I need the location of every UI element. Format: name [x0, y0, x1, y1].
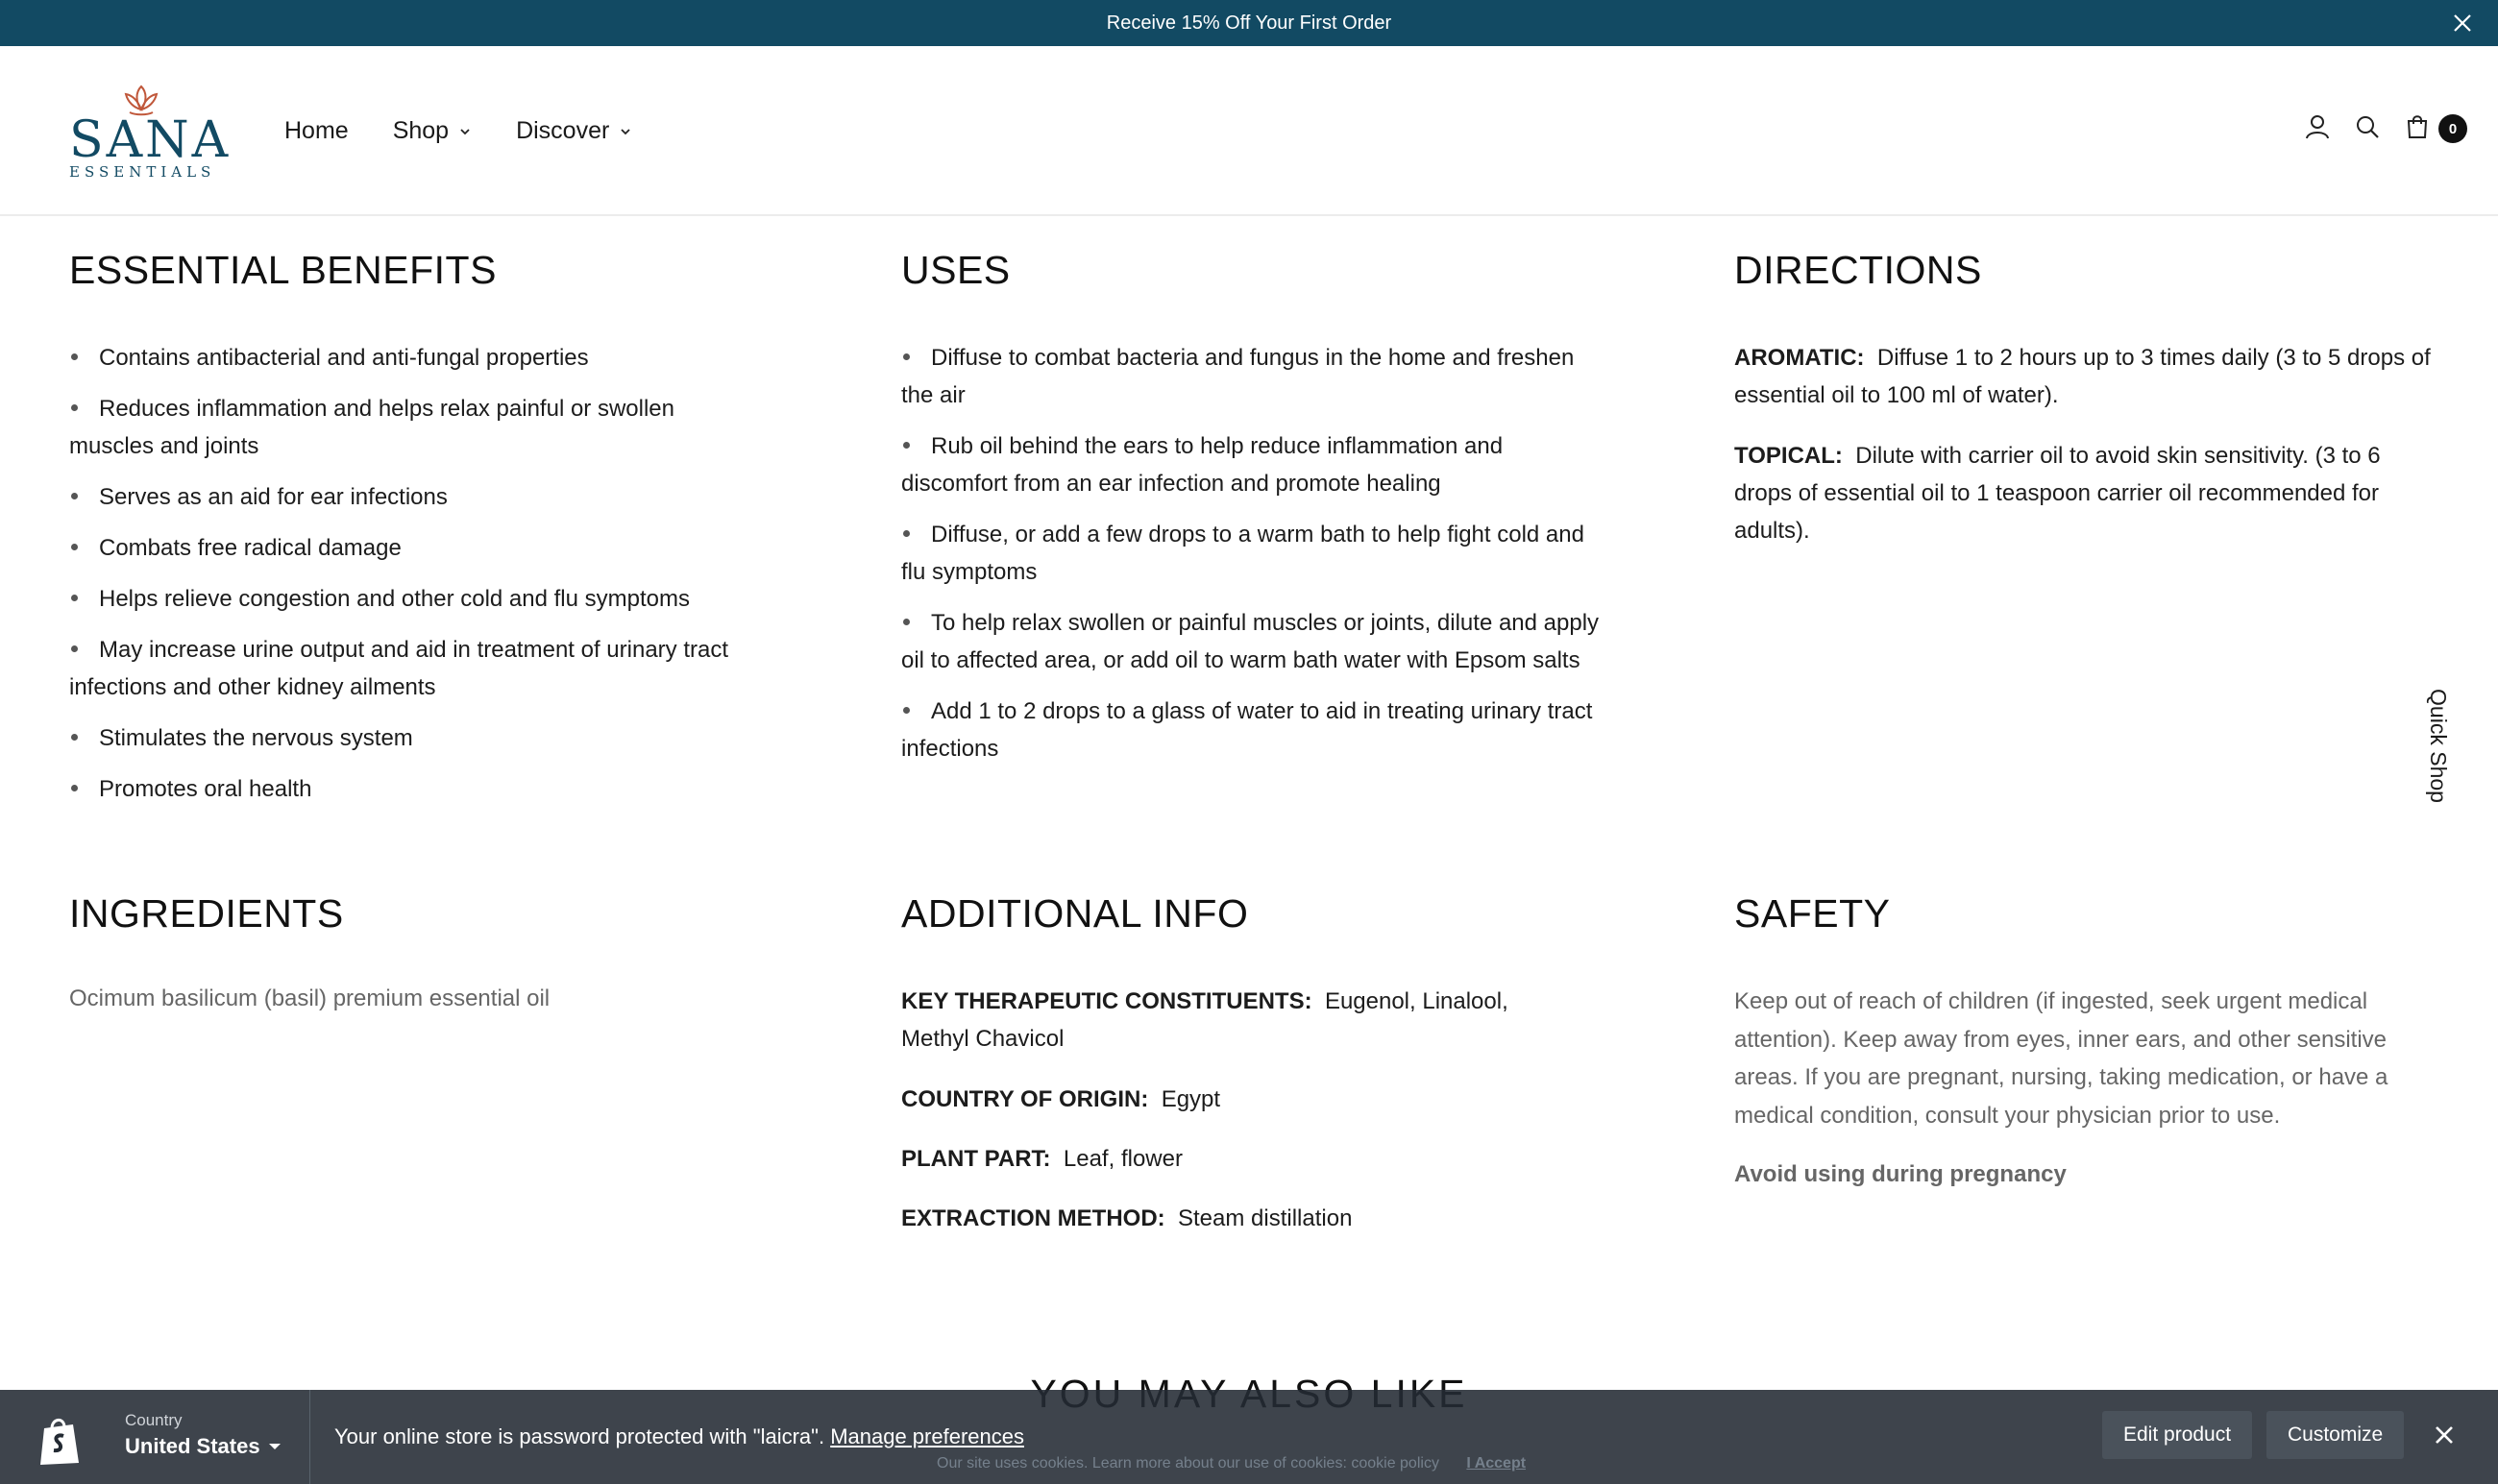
uses-title: USES	[901, 248, 1011, 292]
uses-list: Diffuse to combat bacteria and fungus in…	[901, 339, 1603, 781]
origin-label: COUNTRY OF ORIGIN:	[901, 1086, 1149, 1112]
extraction-label: EXTRACTION METHOD:	[901, 1205, 1165, 1231]
list-item: Add 1 to 2 drops to a glass of water to …	[901, 698, 1593, 762]
logo-subtitle: ESSENTIALS	[69, 163, 216, 181]
list-item: May increase urine output and aid in tre…	[69, 637, 729, 700]
topical-label: TOPICAL:	[1734, 443, 1843, 469]
logo-brand: SANA	[69, 111, 232, 169]
origin-value: Egypt	[1161, 1086, 1221, 1112]
list-item: Serves as an aid for ear infections	[69, 478, 751, 516]
close-icon[interactable]	[2448, 9, 2477, 37]
origin-line: COUNTRY OF ORIGIN: Egypt	[901, 1081, 1574, 1118]
password-message: Your online store is password protected …	[334, 1424, 1024, 1449]
divider	[309, 1390, 310, 1484]
list-item: To help relax swollen or painful muscles…	[901, 610, 1600, 673]
directions-topical: TOPICAL: Dilute with carrier oil to avoi…	[1734, 437, 2436, 549]
quick-shop-label: Quick Shop	[2425, 688, 2451, 803]
nav-home[interactable]: Home	[284, 117, 349, 145]
edit-product-button[interactable]: Edit product	[2102, 1411, 2253, 1459]
customize-button[interactable]: Customize	[2266, 1411, 2405, 1459]
country-label: Country	[125, 1411, 183, 1429]
aromatic-label: AROMATIC:	[1734, 345, 1865, 371]
plant-part-label: PLANT PART:	[901, 1146, 1051, 1172]
announcement-text: Receive 15% Off Your First Order	[1106, 12, 1392, 34]
shopify-admin-bar: Country United States Your online store …	[0, 1390, 2498, 1484]
list-item: Rub oil behind the ears to help reduce i…	[901, 433, 1504, 497]
caret-down-icon	[268, 1444, 281, 1449]
close-icon[interactable]	[2433, 1423, 2456, 1447]
cart-count-badge: 0	[2438, 114, 2467, 143]
ingredients-text: Ocimum basilicum (basil) premium essenti…	[69, 985, 551, 1011]
directions-title: DIRECTIONS	[1734, 248, 1982, 292]
nav-shop[interactable]: Shop	[393, 117, 472, 145]
list-item: Contains antibacterial and anti-fungal p…	[69, 339, 751, 377]
list-item: Combats free radical damage	[69, 529, 751, 567]
quick-shop-tab[interactable]: Quick Shop	[2413, 688, 2461, 803]
chevron-down-icon	[619, 125, 632, 138]
account-icon[interactable]	[2304, 113, 2331, 140]
chevron-down-icon	[458, 125, 472, 138]
cart-icon	[2407, 115, 2428, 138]
list-item: Stimulates the nervous system	[69, 719, 751, 757]
benefits-list: Contains antibacterial and anti-fungal p…	[69, 339, 751, 821]
logo[interactable]: SANA ESSENTIALS	[69, 83, 232, 188]
main-nav: Home Shop Discover	[284, 117, 632, 145]
directions-aromatic: AROMATIC: Diffuse 1 to 2 hours up to 3 t…	[1734, 339, 2436, 414]
manage-preferences-link[interactable]: Manage preferences	[830, 1424, 1024, 1448]
search-icon[interactable]	[2354, 113, 2381, 140]
benefits-title: ESSENTIAL BENEFITS	[69, 248, 497, 292]
constituents-label: KEY THERAPEUTIC CONSTITUENTS:	[901, 988, 1312, 1014]
country-value: United States	[125, 1434, 260, 1458]
safety-title: SAFETY	[1734, 891, 1891, 936]
nav-discover[interactable]: Discover	[516, 117, 632, 145]
list-item: Promotes oral health	[69, 770, 751, 808]
ingredients-title: INGREDIENTS	[69, 891, 344, 936]
safety-warning: Avoid using during pregnancy	[1734, 1161, 2067, 1187]
plant-part-value: Leaf, flower	[1063, 1146, 1183, 1172]
nav-shop-label: Shop	[392, 117, 450, 144]
list-item: Reduces inflammation and helps relax pai…	[69, 396, 674, 459]
country-selector[interactable]: Country United States	[125, 1411, 307, 1459]
announcement-bar: Receive 15% Off Your First Order	[0, 0, 2498, 46]
header-icons: 0	[2304, 113, 2467, 143]
password-message-text: Your online store is password protected …	[334, 1424, 825, 1448]
list-item: Diffuse to combat bacteria and fungus in…	[901, 345, 1575, 408]
safety-text: Keep out of reach of children (if ingest…	[1734, 988, 2388, 1129]
cart-button[interactable]: 0	[2404, 113, 2467, 143]
nav-discover-label: Discover	[516, 117, 610, 144]
additional-info-title: ADDITIONAL INFO	[901, 891, 1249, 936]
cookie-accept-link[interactable]: I Accept	[1466, 1455, 1526, 1472]
cookie-notice: Our site uses cookies. Learn more about …	[937, 1455, 1526, 1472]
extraction-line: EXTRACTION METHOD: Steam distillation	[901, 1200, 1574, 1237]
cookie-text: Our site uses cookies. Learn more about …	[937, 1455, 1439, 1472]
nav-home-label: Home	[284, 117, 349, 144]
site-header: SANA ESSENTIALS Home Shop Discover 0	[0, 46, 2498, 216]
list-item: Helps relieve congestion and other cold …	[69, 580, 751, 618]
constituents-line: KEY THERAPEUTIC CONSTITUENTS: Eugenol, L…	[901, 983, 1574, 1058]
list-item: Diffuse, or add a few drops to a warm ba…	[901, 522, 1584, 585]
shopify-bag-icon	[40, 1419, 79, 1465]
extraction-value: Steam distillation	[1178, 1205, 1353, 1231]
plant-part-line: PLANT PART: Leaf, flower	[901, 1140, 1574, 1178]
